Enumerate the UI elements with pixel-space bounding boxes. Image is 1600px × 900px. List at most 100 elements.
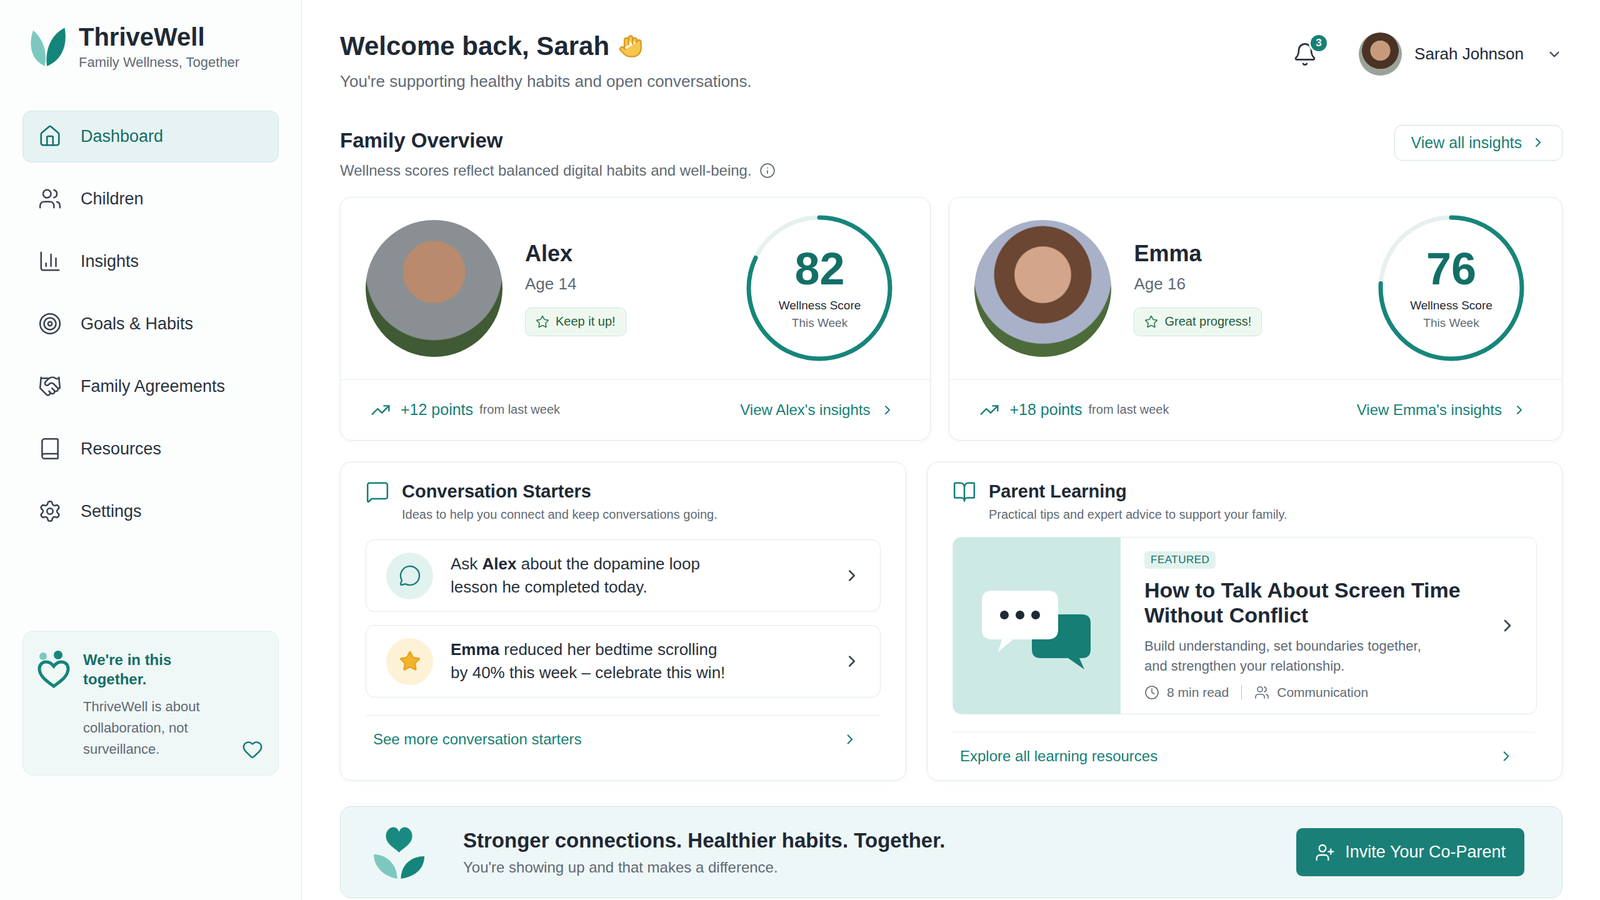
gear-icon <box>38 499 62 524</box>
overview-title: Family Overview <box>340 127 776 154</box>
wellness-score: 76Wellness ScoreThis Week <box>1376 213 1526 363</box>
article-title: How to Talk About Screen TimeWithout Con… <box>1144 577 1461 628</box>
panel-footer[interactable]: Explore all learning resources <box>952 731 1537 769</box>
open-book-icon <box>952 480 977 504</box>
starter-line: Ask Alex about the dopamine loop <box>450 552 825 576</box>
child-summary: EmmaAge 16Great progress!76Wellness Scor… <box>949 197 1562 380</box>
child-photo <box>365 220 503 357</box>
score-change: +18 points <box>1009 400 1082 419</box>
note-heart <box>241 738 264 760</box>
logo-icon <box>25 25 69 69</box>
starter-segment: Ask <box>450 554 483 574</box>
sidebar-item[interactable]: Settings <box>22 485 279 538</box>
clock-icon <box>1144 685 1160 700</box>
panel-footer[interactable]: See more conversation starters <box>365 715 881 752</box>
link-wrap: View Emma's insights <box>1356 401 1527 419</box>
child-insights-link[interactable]: View Emma's insights <box>1356 401 1527 419</box>
sidebar-note: We're in this together. ThriveWell is abo… <box>22 630 279 776</box>
star-icon <box>535 315 550 329</box>
see-more-link[interactable]: See more conversation starters <box>373 730 582 749</box>
child-info: AlexAge 14Keep it up! <box>525 240 627 337</box>
encouragement-badge: Great progress! <box>1133 307 1262 337</box>
dashboard-page: ThriveWellFamily Wellness, Together Dashb… <box>0 0 1600 900</box>
banner-text: Stronger connections. Healthier habits. … <box>463 828 945 877</box>
button-label: Invite Your Co-Parent <box>1345 842 1506 862</box>
article-text: FEATUREDHow to Talk About Screen TimeWit… <box>1144 551 1485 700</box>
starter-segment: Alex <box>482 554 517 574</box>
sidebar-item-label: Family Agreements <box>80 376 225 397</box>
read-time: 8 min read <box>1166 685 1229 700</box>
starter-line: Emma reduced her bedtime scrolling <box>450 638 825 662</box>
article-body: FEATUREDHow to Talk About Screen TimeWit… <box>1120 537 1537 714</box>
button-label: View all insights <box>1411 133 1522 152</box>
starter-item[interactable]: Emma reduced her bedtime scrollingby 40%… <box>365 625 881 698</box>
overview-subtitle: Wellness scores reflect balanced digital… <box>340 161 776 180</box>
starter-line: lesson he completed today. <box>450 575 825 599</box>
sidebar-item[interactable]: Family Agreements <box>22 360 279 413</box>
note-body: ThriveWell is aboutcollaboration, notsur… <box>83 696 231 760</box>
notifications-button[interactable]: 3 <box>1292 41 1318 67</box>
score-center: 82Wellness ScoreThis Week <box>745 213 894 363</box>
starter-segment: about the dopamine loop <box>516 554 700 574</box>
note-line: collaboration, not <box>83 717 231 739</box>
explore-resources-link[interactable]: Explore all learning resources <box>960 747 1158 765</box>
chevron-right-icon <box>842 566 862 585</box>
greeting: Welcome back, Sarah <box>340 30 752 64</box>
sidebar-item[interactable]: Insights <box>22 235 279 288</box>
encouragement-badge: Keep it up! <box>525 307 627 337</box>
article-title-line: Without Conflict <box>1144 602 1461 628</box>
panel-title: Conversation Starters <box>401 480 718 503</box>
score-change: +12 points <box>400 400 474 419</box>
child-age: Age 14 <box>525 274 577 294</box>
child-card: EmmaAge 16Great progress!76Wellness Scor… <box>948 196 1563 441</box>
score-label: Wellness Score <box>1410 298 1493 313</box>
user-area: 3 Sarah Johnson <box>1292 30 1563 76</box>
family-heart-icon <box>35 650 72 690</box>
children-grid: AlexAge 14Keep it up!82Wellness ScoreThi… <box>340 196 1563 441</box>
overview-subtitle-text: Wellness scores reflect balanced digital… <box>340 161 752 180</box>
sidebar-item[interactable]: Resources <box>22 423 279 475</box>
overview-titles: Family Overview Wellness scores reflect b… <box>340 127 776 180</box>
star-icon <box>1144 315 1159 329</box>
note-title: We're in this together. <box>83 650 231 689</box>
logo[interactable]: ThriveWellFamily Wellness, Together <box>22 22 279 72</box>
lower-grid: Conversation StartersIdeas to help you c… <box>340 461 1563 781</box>
chart-icon <box>38 249 62 274</box>
user-menu[interactable]: Sarah Johnson <box>1358 32 1563 76</box>
score-period: This Week <box>1423 316 1479 330</box>
starter-item[interactable]: Ask Alex about the dopamine looplesson h… <box>365 539 881 612</box>
banner-title: Stronger connections. Healthier habits. … <box>463 828 945 853</box>
brand: ThriveWellFamily Wellness, Together <box>78 22 240 72</box>
child-photo <box>974 220 1112 357</box>
main-content: Welcome back, SarahYou're supporting hea… <box>301 0 1600 900</box>
book-icon <box>38 436 62 461</box>
info-icon[interactable] <box>759 162 776 179</box>
page-header: Welcome back, SarahYou're supporting hea… <box>340 30 1563 93</box>
starter-segment: reduced her bedtime scrolling <box>499 640 717 659</box>
sidebar-item[interactable]: Goals & Habits <box>22 298 279 350</box>
conversation-starters: Conversation StartersIdeas to help you c… <box>340 461 907 781</box>
panel-subtitle: Practical tips and expert advice to supp… <box>988 507 1288 522</box>
starter-text: Ask Alex about the dopamine looplesson h… <box>450 552 825 599</box>
child-card: AlexAge 14Keep it up!82Wellness ScoreThi… <box>340 196 931 441</box>
greeting-text: Welcome back, Sarah <box>340 30 610 64</box>
panel-titles: Parent LearningPractical tips and expert… <box>988 480 1288 522</box>
child-info: EmmaAge 16Great progress! <box>1133 240 1262 337</box>
heart-icon <box>241 738 264 760</box>
co-parent-banner: Stronger connections. Healthier habits. … <box>340 806 1563 899</box>
starter-segment: Emma <box>450 640 500 659</box>
sidebar-item[interactable]: Dashboard <box>22 110 279 163</box>
starter-segment: by 40% this week – celebrate this win! <box>450 663 725 682</box>
link-label: View Emma's insights <box>1356 401 1502 419</box>
waving-hand-icon <box>618 33 644 59</box>
user-avatar <box>1358 32 1402 76</box>
child-summary: AlexAge 14Keep it up!82Wellness ScoreThi… <box>340 197 930 380</box>
panel-titles: Conversation StartersIdeas to help you c… <box>401 480 718 522</box>
heart-leaves-icon <box>368 822 429 883</box>
starter-text: Emma reduced her bedtime scrollingby 40%… <box>450 638 825 685</box>
featured-article[interactable]: FEATUREDHow to Talk About Screen TimeWit… <box>952 536 1537 715</box>
view-all-insights-button[interactable]: View all insights <box>1394 125 1563 161</box>
child-insights-link[interactable]: View Alex's insights <box>740 401 895 419</box>
sidebar-item[interactable]: Children <box>22 173 279 225</box>
invite-co-parent-button[interactable]: Invite Your Co-Parent <box>1296 828 1525 877</box>
